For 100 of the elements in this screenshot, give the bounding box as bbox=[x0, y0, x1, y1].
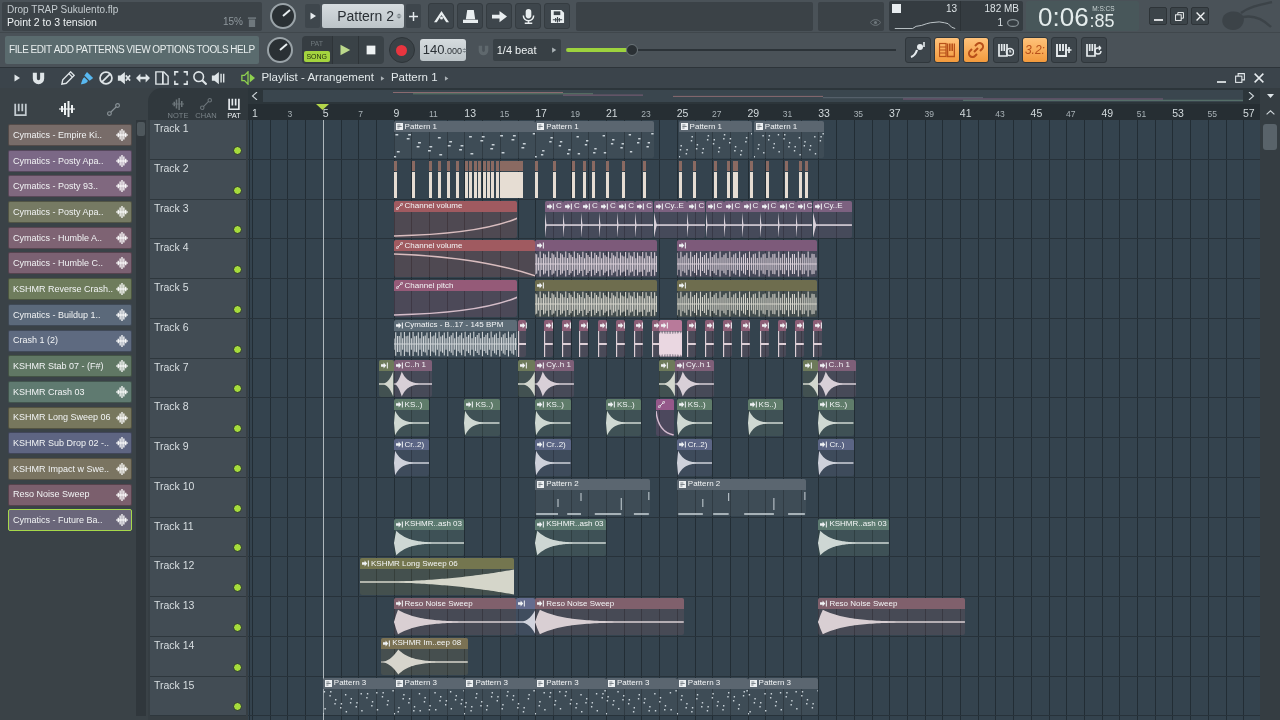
track-header[interactable]: Track 15 bbox=[150, 676, 246, 717]
clip-header[interactable]: C bbox=[617, 200, 636, 212]
pencil-tool[interactable] bbox=[61, 71, 75, 85]
clip-header[interactable] bbox=[813, 319, 822, 331]
track-header[interactable]: Track 5 bbox=[150, 279, 246, 319]
restore-button[interactable] bbox=[1233, 71, 1247, 85]
clip-header[interactable]: C..h 1 bbox=[393, 359, 433, 371]
clip-header[interactable] bbox=[687, 319, 697, 331]
toolbar-toggle[interactable] bbox=[934, 37, 961, 63]
clip-header[interactable]: Channel volume bbox=[393, 240, 536, 252]
clip-header[interactable]: Channel volume bbox=[393, 200, 518, 212]
clip-header[interactable] bbox=[741, 319, 751, 331]
clip-header[interactable]: C bbox=[563, 200, 582, 212]
track-header[interactable]: Track 11 bbox=[150, 517, 246, 558]
clip-header[interactable]: Cr..2) bbox=[535, 439, 571, 450]
clip-header[interactable]: C bbox=[581, 200, 600, 212]
clip-header[interactable]: Cr..) bbox=[818, 439, 854, 450]
menu-item[interactable]: FILE bbox=[9, 45, 29, 55]
zoom-tool[interactable] bbox=[192, 71, 207, 85]
clip-source[interactable]: Reso Noise Sweep bbox=[8, 483, 132, 506]
clip-header[interactable]: Pattern 1 bbox=[393, 121, 536, 132]
toolbar-button[interactable] bbox=[486, 3, 512, 29]
mute-switch[interactable] bbox=[233, 225, 242, 235]
clip-header[interactable] bbox=[535, 280, 658, 291]
clip-header[interactable]: Pattern 3 bbox=[535, 677, 606, 689]
mute-switch[interactable] bbox=[233, 185, 242, 195]
close-button[interactable] bbox=[1191, 7, 1209, 25]
menu-item[interactable]: EDIT bbox=[30, 45, 52, 55]
clip-header[interactable]: Cr..2) bbox=[393, 439, 429, 450]
clip-header[interactable] bbox=[517, 319, 527, 331]
clip-source[interactable]: KSHMR Reverse Crash.. bbox=[8, 278, 132, 301]
clip-header[interactable]: Cymatics - B..17 - 145 BPM bbox=[393, 319, 518, 331]
clip-header[interactable]: Pattern 3 bbox=[464, 677, 536, 689]
clip-header[interactable]: Reso Noise Sweep bbox=[535, 598, 684, 609]
mute-tool[interactable] bbox=[117, 71, 132, 85]
clip-source[interactable]: Cymatics - Humble C.. bbox=[8, 252, 132, 275]
mute-switch[interactable] bbox=[233, 583, 242, 592]
triangle-icon[interactable] bbox=[13, 74, 21, 82]
pattern-menu-button[interactable] bbox=[305, 4, 320, 28]
menu-item[interactable]: PATTERNS bbox=[75, 45, 125, 55]
track-header[interactable]: Track 4 bbox=[150, 239, 246, 279]
clip-header[interactable]: KSHMR Im..eep 08 bbox=[381, 637, 468, 649]
knob[interactable] bbox=[266, 37, 293, 63]
clip-header[interactable]: Cy..h 1 bbox=[535, 359, 575, 371]
menu-item[interactable]: HELP bbox=[230, 45, 255, 55]
clip-source[interactable]: KSHMR Long Sweep 06 bbox=[8, 406, 132, 429]
toolbar-toggle[interactable] bbox=[992, 37, 1019, 63]
scroll-right-button[interactable] bbox=[1246, 89, 1256, 103]
pattern-selector[interactable]: Pattern 2 bbox=[322, 4, 404, 28]
menu-item[interactable]: VIEW bbox=[126, 45, 151, 55]
clip-header[interactable]: KS..) bbox=[393, 399, 429, 411]
clip-header[interactable]: Reso Noise Sweep bbox=[393, 598, 516, 609]
clip-header[interactable]: C bbox=[795, 200, 813, 212]
mute-switch[interactable] bbox=[233, 463, 242, 473]
track-header[interactable]: Track 14 bbox=[150, 636, 246, 677]
toolbar-button[interactable] bbox=[544, 3, 570, 29]
clip-header[interactable]: C bbox=[741, 200, 760, 212]
clip-header[interactable]: Pattern 1 bbox=[678, 121, 753, 132]
toolbar-toggle[interactable] bbox=[1051, 37, 1078, 63]
clip-header[interactable] bbox=[722, 319, 732, 331]
waveform-icon[interactable] bbox=[59, 101, 75, 117]
magnet-icon[interactable] bbox=[32, 71, 45, 85]
clip-header[interactable]: KS..) bbox=[535, 399, 571, 411]
toolbar-button[interactable] bbox=[428, 3, 454, 29]
clip-header[interactable]: Pattern 3 bbox=[322, 677, 394, 689]
clip-header[interactable]: Cr..2) bbox=[676, 439, 713, 450]
clip-source[interactable]: Cymatics - Humble A.. bbox=[8, 226, 132, 249]
clip-header[interactable] bbox=[676, 280, 817, 291]
clip-header[interactable]: KSHMR..ash 03 bbox=[393, 518, 465, 530]
clip-header[interactable]: KSHMR..ash 03 bbox=[818, 518, 890, 530]
mute-switch[interactable] bbox=[233, 304, 242, 314]
clip-header[interactable] bbox=[544, 319, 553, 331]
clip-header[interactable]: C bbox=[705, 200, 724, 212]
clip-header[interactable]: KS..) bbox=[676, 399, 713, 411]
clip-header[interactable]: KS..) bbox=[606, 399, 642, 411]
mute-switch[interactable] bbox=[233, 145, 242, 155]
menu-item[interactable]: TOOLS bbox=[196, 45, 229, 55]
add-pattern-button[interactable] bbox=[406, 4, 421, 28]
clip-header[interactable]: Pattern 2 bbox=[535, 478, 651, 490]
clip-header[interactable]: Pattern 1 bbox=[753, 121, 824, 132]
track-header[interactable]: Track 7 bbox=[150, 358, 246, 399]
clip-header[interactable] bbox=[379, 359, 394, 371]
clip-header[interactable] bbox=[515, 598, 536, 609]
track-header[interactable]: Track 13 bbox=[150, 597, 246, 637]
clip-header[interactable] bbox=[795, 319, 805, 331]
track-header[interactable]: Track 10 bbox=[150, 477, 246, 518]
clip-header[interactable]: Pattern 1 bbox=[535, 121, 654, 132]
clip-source[interactable]: KSHMR Impact w Swe.. bbox=[8, 457, 132, 480]
toolbar-toggle[interactable]: 3.2: bbox=[1021, 37, 1048, 63]
clip-header[interactable]: Pattern 3 bbox=[747, 677, 819, 689]
close-button[interactable] bbox=[1252, 71, 1266, 85]
mute-switch[interactable] bbox=[233, 384, 242, 394]
clip-header[interactable]: Pattern 3 bbox=[606, 677, 677, 689]
clip-header[interactable] bbox=[705, 319, 714, 331]
clip-source[interactable]: KSHMR Sub Drop 02 -.. bbox=[8, 432, 132, 455]
clip-header[interactable]: KSHMR Long Sweep 06 bbox=[360, 558, 514, 570]
clip-header[interactable]: KS..) bbox=[464, 399, 500, 411]
toolbar-toggle[interactable] bbox=[1080, 37, 1107, 63]
clip-header[interactable]: KSHMR..ash 03 bbox=[535, 518, 606, 530]
clip-header[interactable]: KS..) bbox=[747, 399, 783, 411]
